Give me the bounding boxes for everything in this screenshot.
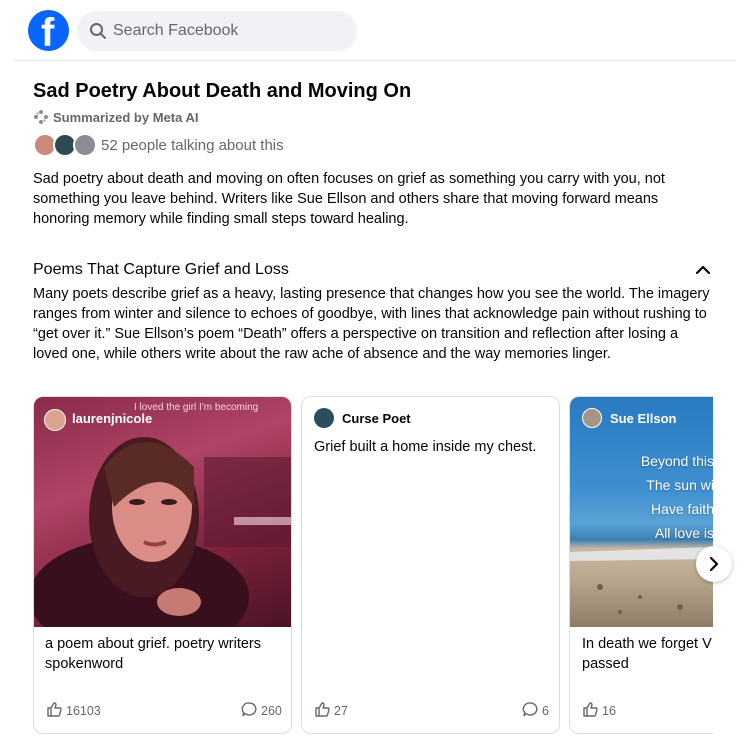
thumbs-up-icon (583, 702, 598, 717)
overlay-text: I loved the girl I'm becoming (134, 402, 259, 413)
author-name[interactable]: laurenjnicole (72, 411, 152, 426)
post-stats: 16103 260 (34, 701, 291, 721)
author-avatar[interactable] (44, 409, 66, 431)
post-caption-line: In death we forget V (582, 636, 712, 652)
summarized-by-label: Summarized by Meta AI (53, 110, 199, 125)
comment-icon (522, 702, 538, 717)
like-count-value: 27 (334, 704, 348, 718)
portrait-illustration (34, 437, 291, 627)
thumbs-up-icon (315, 702, 330, 717)
post-caption: a poem about grief. poetry writers spoke… (45, 636, 261, 672)
post-card[interactable]: Curse Poet Grief built a home inside my … (301, 396, 560, 734)
post-image[interactable]: Sue Ellson Beyond this The sun wi Have f… (570, 397, 713, 627)
image-text-line: The sun wi (646, 477, 713, 493)
like-count-value: 16103 (66, 704, 101, 718)
summary-paragraph: Sad poetry about death and moving on oft… (33, 171, 665, 227)
author-avatar[interactable] (314, 408, 334, 428)
chevron-up-icon[interactable] (694, 262, 712, 278)
facebook-logo-letter: f (41, 11, 55, 51)
poem-text: Grief built a home inside my chest. (314, 439, 537, 455)
section-paragraph: Many poets describe grief as a heavy, la… (33, 286, 710, 362)
comment-count-value: 6 (542, 704, 549, 718)
post-stats: 27 6 (302, 701, 559, 721)
sparkle-icon (34, 110, 48, 124)
post-card[interactable]: Sue Ellson Beyond this The sun wi Have f… (569, 396, 713, 734)
image-text-line: All love is (654, 525, 713, 541)
page-title: Sad Poetry About Death and Moving On (33, 80, 412, 102)
post-caption: In death we forget V passed (582, 634, 713, 674)
search-icon (90, 23, 106, 39)
comment-count-value: 260 (261, 704, 282, 718)
post-card[interactable]: I loved the girl I'm becoming laurenjnic… (33, 396, 292, 734)
carousel-next-button[interactable] (696, 546, 732, 582)
post-caption-line: passed (582, 656, 629, 672)
avatar (73, 133, 97, 157)
post-stats: 16 (570, 701, 713, 721)
meta-ai-attribution: Summarized by Meta AI (33, 109, 198, 126)
author-name[interactable]: Curse Poet (342, 411, 411, 426)
section-title: Poems That Capture Grief and Loss (33, 261, 289, 278)
search-input[interactable]: Search Facebook (113, 22, 238, 40)
thumbs-up-icon (47, 702, 62, 717)
image-text-line: Have faith (650, 501, 713, 517)
chevron-right-icon (709, 556, 719, 572)
author-avatar[interactable] (582, 408, 602, 428)
facebook-logo[interactable]: f (28, 10, 69, 51)
image-text-line: Beyond this (640, 453, 713, 469)
video-thumbnail[interactable]: I loved the girl I'm becoming laurenjnic… (34, 397, 291, 627)
talking-count[interactable]: 52 people talking about this (101, 137, 284, 155)
participant-avatars[interactable] (33, 133, 99, 157)
author-name[interactable]: Sue Ellson (610, 411, 676, 426)
top-bar: f Search Facebook (0, 0, 754, 60)
search-bar[interactable]: Search Facebook (77, 11, 357, 51)
comment-icon (241, 702, 257, 717)
like-count-value: 16 (602, 704, 616, 718)
